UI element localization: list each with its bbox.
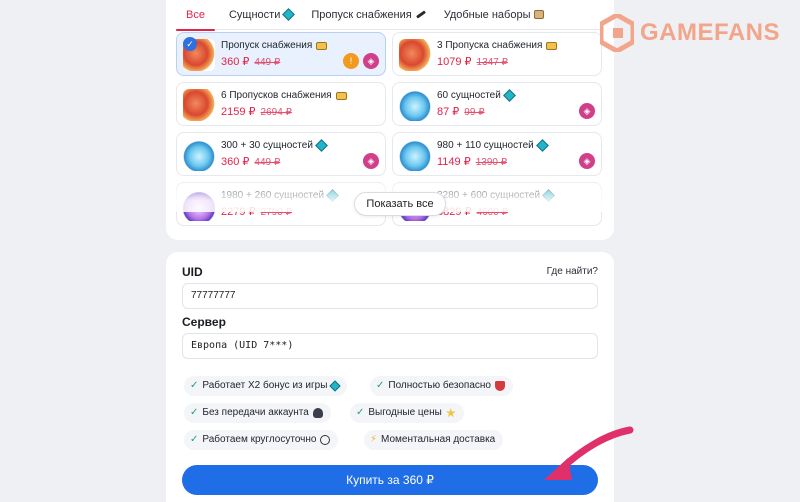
- old-price: 99 ₽: [464, 107, 485, 118]
- cube-icon[interactable]: ◈: [363, 153, 379, 169]
- product-name: 6 Пропусков снабжения: [221, 90, 347, 101]
- feature-chip: ✓ Работает X2 бонус из игры: [184, 376, 348, 396]
- buy-button[interactable]: Купить за 360 ₽: [182, 465, 598, 495]
- uid-input[interactable]: 77777777: [182, 283, 598, 309]
- old-price: 449 ₽: [254, 57, 281, 68]
- feature-chip: ✓ Выгодные цены: [350, 403, 464, 423]
- gem-icon: [542, 189, 555, 202]
- clock-icon: [320, 435, 331, 445]
- entities-image: [399, 89, 431, 121]
- pencil-icon: [415, 10, 426, 19]
- supply-pass-image: [183, 89, 215, 121]
- old-price: 1390 ₽: [475, 157, 508, 168]
- product-item[interactable]: 60 сущностей 87 ₽99 ₽ ◈: [392, 82, 602, 126]
- feature-chip: ✓ Без передачи аккаунта: [184, 403, 331, 423]
- old-price: 449 ₽: [254, 157, 281, 168]
- product-price: 2279 ₽2790 ₽: [221, 206, 292, 218]
- check-icon: ✓: [190, 407, 199, 418]
- product-price: 360 ₽449 ₽: [221, 56, 281, 68]
- tab-entities[interactable]: Сущности: [225, 0, 297, 30]
- check-icon: ✓: [190, 380, 199, 391]
- tab-all[interactable]: Все: [176, 0, 215, 31]
- product-price: 3829 ₽4600 ₽: [437, 206, 508, 218]
- gem-icon: [326, 189, 339, 202]
- product-price: 2159 ₽2694 ₽: [221, 106, 292, 118]
- old-price: 4600 ₽: [476, 207, 508, 218]
- tab-bundles[interactable]: Удобные наборы: [440, 0, 549, 30]
- pass-icon: [335, 91, 347, 100]
- tab-label: Удобные наборы: [443, 8, 531, 21]
- product-name: 980 + 110 сущностей: [437, 139, 549, 152]
- product-name: 60 сущностей: [437, 89, 516, 102]
- gem-icon: [535, 139, 549, 152]
- cube-icon[interactable]: ◈: [579, 103, 595, 119]
- check-icon: ✓: [376, 380, 385, 391]
- check-icon: ✓: [190, 434, 199, 445]
- cube-icon[interactable]: ◈: [579, 153, 595, 169]
- tab-label: Сущности: [228, 8, 281, 21]
- product-item[interactable]: 3 Пропуска снабжения 1079 ₽1347 ₽: [392, 32, 602, 76]
- pass-icon: [546, 41, 558, 50]
- supply-pass-image: [399, 39, 431, 71]
- user-icon: [312, 408, 323, 418]
- tab-label: Все: [186, 8, 205, 21]
- category-tabs: Все Сущности Пропуск снабжения Удобные н…: [176, 0, 604, 31]
- product-price: 360 ₽449 ₽: [221, 156, 281, 168]
- tab-label: Пропуск снабжения: [311, 8, 412, 21]
- pointer-arrow-icon: [544, 426, 634, 480]
- gem-icon: [315, 139, 328, 152]
- product-item[interactable]: 300 + 30 сущностей 360 ₽449 ₽ ◈: [176, 132, 386, 176]
- watermark: GAMEFANS: [600, 14, 780, 52]
- feature-chip: ✓ Работаем круглосуточно: [184, 430, 339, 450]
- old-price: 1347 ₽: [476, 57, 508, 68]
- entities-image: [183, 139, 215, 171]
- gem-icon: [329, 380, 342, 392]
- server-label: Сервер: [182, 315, 226, 329]
- feature-chip: ✓ Полностью безопасно: [370, 376, 513, 396]
- box-icon: [534, 10, 545, 19]
- gem-icon: [282, 8, 296, 21]
- show-all-button[interactable]: Показать все: [354, 192, 446, 216]
- check-icon: ✓: [183, 37, 197, 51]
- product-item[interactable]: 980 + 110 сущностей 1149 ₽1390 ₽ ◈: [392, 132, 602, 176]
- gamefans-logo-icon: [600, 14, 634, 52]
- product-item[interactable]: ✓ Пропуск снабжения 360 ₽449 ₽ ! ◈: [176, 32, 386, 76]
- product-item[interactable]: 6 Пропусков снабжения 2159 ₽2694 ₽: [176, 82, 386, 126]
- product-card: Все Сущности Пропуск снабжения Удобные н…: [166, 0, 614, 240]
- product-name: 1980 + 260 сущностей: [221, 189, 339, 202]
- check-icon: ✓: [356, 407, 365, 418]
- shield-icon: [494, 381, 505, 391]
- product-price: 1079 ₽1347 ₽: [437, 56, 508, 68]
- old-price: 2694 ₽: [260, 107, 292, 118]
- watermark-text: GAMEFANS: [640, 19, 781, 46]
- cube-icon[interactable]: ◈: [363, 53, 379, 69]
- uid-label: UID: [182, 265, 203, 279]
- product-name: 3280 + 600 сущностей: [437, 189, 555, 202]
- pass-icon: [316, 41, 328, 50]
- warning-icon[interactable]: !: [343, 53, 359, 69]
- entities-image: [183, 189, 215, 221]
- product-price: 1149 ₽1390 ₽: [437, 156, 508, 168]
- product-name: Пропуск снабжения: [221, 40, 328, 51]
- where-to-find-link[interactable]: Где найти?: [547, 266, 598, 277]
- entities-image: [399, 139, 431, 171]
- gem-icon: [502, 89, 516, 102]
- product-price: 87 ₽99 ₽: [437, 106, 485, 118]
- tab-supply-pass[interactable]: Пропуск снабжения: [307, 0, 429, 30]
- feature-chip: ⚡ Моментальная доставка: [364, 430, 504, 450]
- product-name: 3 Пропуска снабжения: [437, 40, 558, 51]
- product-name: 300 + 30 сущностей: [221, 139, 328, 152]
- star-icon: [445, 408, 456, 418]
- server-select[interactable]: Европа (UID 7***): [182, 333, 598, 359]
- lightning-icon: ⚡: [370, 434, 378, 445]
- old-price: 2790 ₽: [260, 207, 292, 218]
